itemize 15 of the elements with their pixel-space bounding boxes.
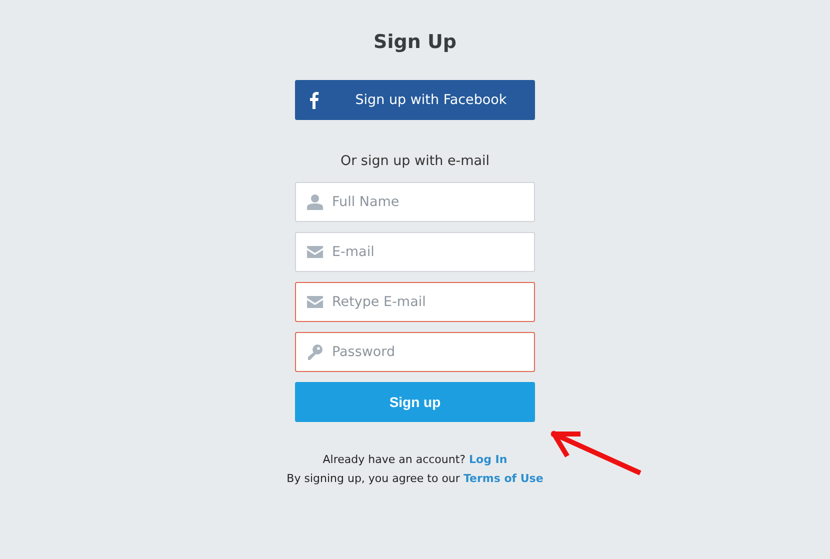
mail-icon	[307, 244, 323, 260]
sign-up-button[interactable]: Sign up	[295, 382, 535, 422]
facebook-icon	[309, 91, 319, 109]
mail-icon	[307, 294, 323, 310]
input-field[interactable]: Retype E-mail	[295, 282, 535, 322]
page-title: Sign Up	[372, 30, 458, 55]
link[interactable]: Terms of Use	[463, 472, 544, 485]
footer-text: Already have an account? Log In	[322, 452, 508, 468]
divider-text: Or sign up with e-mail	[339, 152, 491, 171]
key-icon	[307, 344, 323, 360]
input-field[interactable]: Password	[295, 332, 535, 372]
person-icon	[307, 194, 323, 210]
link[interactable]: Log In	[469, 453, 508, 466]
footer-text: By signing up, you agree to our Terms of Use	[286, 471, 544, 487]
facebook-button[interactable]: Sign up with Facebook	[295, 80, 535, 120]
